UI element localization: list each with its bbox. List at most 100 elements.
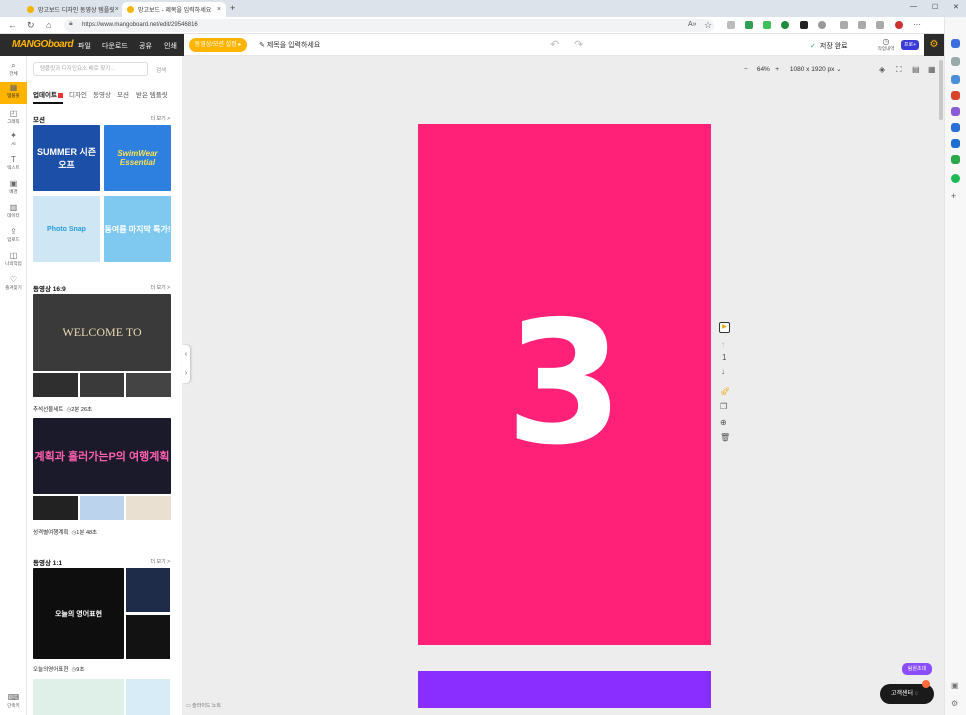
slide-page-1[interactable]: 3	[418, 124, 711, 645]
play-icon[interactable]: ▶	[719, 322, 730, 333]
slide-page-2[interactable]	[418, 671, 711, 708]
rail-item-shortcuts[interactable]: ⌨ 단축키	[0, 692, 27, 714]
add-page-icon[interactable]: ⊕	[720, 418, 727, 427]
profile-avatar-icon[interactable]	[895, 21, 903, 29]
template-thumb-english[interactable]: 오늘의 영어표현	[33, 568, 124, 659]
zoom-in-button[interactable]: +	[775, 66, 779, 73]
rail-item-data[interactable]: ▥ 데이터	[0, 202, 27, 224]
add-icon[interactable]: +	[951, 191, 956, 201]
tab-received-templates[interactable]: 받은 템플릿	[136, 89, 168, 99]
zoom-level[interactable]: 64%	[757, 66, 770, 73]
briefcase-icon[interactable]	[951, 91, 960, 100]
address-input[interactable]: https://www.mangoboard.net/edit/29546816	[64, 19, 714, 32]
panel-collapse-toggle[interactable]: ‹ ›	[182, 345, 190, 383]
close-tab-icon[interactable]: ×	[217, 6, 221, 13]
fit-screen-icon[interactable]: ⛶	[896, 65, 902, 75]
chess-icon[interactable]	[951, 107, 960, 116]
extension-icon[interactable]	[745, 21, 753, 29]
search-icon[interactable]	[951, 57, 960, 66]
shield-icon[interactable]	[781, 21, 789, 29]
refresh-extension-icon[interactable]	[818, 21, 826, 29]
motion-settings-button[interactable]: 동영상/모션 설정 ▸	[189, 38, 247, 52]
template-thumb-arrows[interactable]	[33, 679, 124, 715]
move-up-icon[interactable]: ↑	[721, 340, 725, 349]
bell-icon[interactable]	[951, 39, 960, 48]
move-down-icon[interactable]: ↓	[721, 367, 725, 376]
copilot-orb-icon[interactable]	[951, 123, 960, 132]
template-thumb-travel-plan[interactable]: 계획과 흘러가는P의 여행계획	[33, 418, 171, 494]
browser-tab-templates[interactable]: 망고보드 디자인 동영상 템플릿 ×	[22, 2, 122, 17]
back-icon[interactable]: ←	[8, 20, 17, 30]
minimize-button[interactable]: —	[910, 3, 917, 10]
tag-icon[interactable]	[951, 75, 960, 84]
favorite-star-icon[interactable]: ☆	[704, 20, 712, 30]
menu-download[interactable]: 다운로드	[102, 41, 128, 51]
grid-view-icon[interactable]: ▤	[912, 65, 920, 74]
work-history-button[interactable]: ◷ 작업내역	[876, 37, 896, 52]
template-thumb-swimwear[interactable]: SwimWear Essential	[104, 125, 171, 191]
slide-note-toggle[interactable]: ▭ 슬라이드 노트	[186, 702, 221, 709]
redo-icon[interactable]: ↷	[574, 38, 583, 51]
more-link-motion[interactable]: 더 보기 >	[151, 115, 171, 122]
rail-item-ai[interactable]: ✦ AI	[0, 130, 27, 152]
new-tab-button[interactable]: +	[230, 3, 235, 13]
zoom-out-button[interactable]: −	[744, 66, 748, 73]
read-aloud-icon[interactable]: A»	[688, 20, 697, 30]
template-search-input[interactable]: 템플릿과 디자인요소 배로 찾기...	[33, 62, 148, 76]
layers-icon[interactable]: ◈	[879, 65, 885, 74]
home-icon[interactable]: ⌂	[46, 20, 51, 30]
collections-icon[interactable]	[876, 21, 884, 29]
template-thumb-summer[interactable]: SUMMER 시즌오프	[33, 125, 100, 191]
template-thumb-travel-strip[interactable]	[33, 496, 172, 520]
template-thumb-photo-snap[interactable]: Photo Snap	[33, 196, 100, 262]
canvas-scrollbar[interactable]	[939, 60, 943, 120]
sidebar-layout-icon[interactable]: ▣	[951, 681, 959, 690]
search-button[interactable]: 검색	[156, 66, 166, 74]
rocket-icon[interactable]: 🚀︎	[720, 387, 730, 396]
rail-item-text[interactable]: T 텍스트	[0, 154, 27, 176]
more-menu-icon[interactable]: ⋯	[913, 20, 921, 30]
rail-item-my-work[interactable]: ◫ 나의작업	[0, 250, 27, 272]
invite-team-button[interactable]: 팀원초대	[902, 663, 932, 675]
split-screen-icon[interactable]	[840, 21, 848, 29]
menu-print[interactable]: 인쇄	[164, 41, 177, 51]
template-thumb-english-frame[interactable]	[126, 568, 170, 612]
rail-item-background[interactable]: ▣ 배경	[0, 178, 27, 200]
tab-video[interactable]: 동영상	[93, 89, 111, 99]
extension-icon[interactable]	[727, 21, 735, 29]
template-thumb-welcome-strip[interactable]	[33, 373, 172, 397]
trash-icon[interactable]: 🗑︎	[720, 433, 730, 442]
spotify-icon[interactable]	[951, 174, 960, 183]
close-window-button[interactable]: ✕	[953, 3, 959, 11]
canvas-size-select[interactable]: 1080 x 1920 px	[790, 66, 834, 73]
tab-update[interactable]: 업데이트	[33, 89, 63, 104]
mangoboard-logo[interactable]: MANGOboard	[12, 39, 74, 50]
extension-icon[interactable]	[763, 21, 771, 29]
sidebar-settings-icon[interactable]: ⚙	[951, 699, 958, 708]
settings-gear-icon[interactable]: ⚙	[924, 34, 944, 56]
undo-icon[interactable]: ↶	[550, 38, 559, 51]
template-thumb-english-frame[interactable]	[126, 615, 170, 659]
document-title-input[interactable]: ✎ 제목을 입력하세요	[259, 40, 320, 50]
duplicate-icon[interactable]: ❐	[720, 402, 727, 411]
template-thumb-summer-sale[interactable]: 동여름 마지막 특가!	[104, 196, 171, 262]
favorites-icon[interactable]	[858, 21, 866, 29]
tab-design[interactable]: 디자인	[69, 89, 87, 99]
browser-tab-editor[interactable]: 망고보드 - 제목을 입력하세요 ×	[122, 2, 226, 17]
rail-item-all[interactable]: ⌕ 전체	[0, 60, 27, 82]
template-thumb-welcome[interactable]: WELCOME TO	[33, 294, 171, 371]
menu-share[interactable]: 공유	[139, 41, 152, 51]
thumbnail-view-icon[interactable]: ▦	[928, 65, 936, 74]
maximize-button[interactable]: ☐	[932, 3, 938, 11]
rail-item-graphic[interactable]: ◰ 그래픽	[0, 108, 27, 130]
tab-motion[interactable]: 모션	[117, 89, 129, 99]
rail-item-upload[interactable]: ⇪ 업로드	[0, 226, 27, 248]
rail-item-favorites[interactable]: ♡ 즐겨찾기	[0, 274, 27, 296]
more-link-video-1-1[interactable]: 더 보기 >	[151, 558, 171, 565]
plan-badge[interactable]: 프로+	[901, 40, 919, 50]
outlook-icon[interactable]	[951, 139, 960, 148]
more-link-video-16-9[interactable]: 더 보기 >	[151, 284, 171, 291]
reload-icon[interactable]: ↻	[27, 20, 35, 30]
rail-item-template[interactable]: ▦ 템플릿	[0, 82, 27, 104]
slide-number-text[interactable]: 3	[418, 124, 711, 645]
